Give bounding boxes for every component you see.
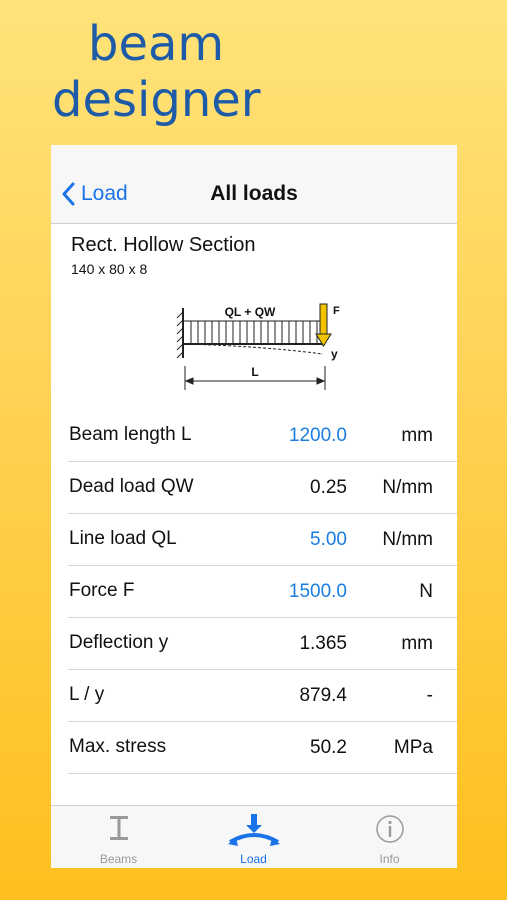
row-unit: -: [426, 685, 433, 706]
max-stress-value: 50.2: [310, 737, 347, 758]
tab-bar: Beams Load Info: [51, 805, 457, 868]
tab-label: Load: [240, 852, 267, 866]
load-icon: [227, 814, 280, 846]
row-label: Beam length L: [69, 424, 192, 445]
deflection-value: 1.365: [299, 633, 347, 654]
tab-info[interactable]: Info: [322, 806, 457, 868]
row-unit: mm: [401, 425, 433, 446]
row-length-ratio: L / y 879.4 -: [68, 670, 457, 722]
force-input[interactable]: 1500.0: [289, 581, 347, 603]
row-unit: N/mm: [382, 477, 433, 498]
row-force[interactable]: Force F 1500.0 N: [68, 566, 457, 618]
row-label: Max. stress: [69, 736, 167, 757]
row-label: Dead load QW: [69, 476, 194, 497]
promo-title-line-2: designer: [52, 72, 261, 128]
length-label: L: [251, 365, 258, 379]
info-icon: [375, 815, 404, 843]
app-screen: Load All loads Rect. Hollow Section 140 …: [51, 145, 457, 868]
navigation-bar: Load All loads: [51, 145, 457, 224]
line-load-input[interactable]: 5.00: [310, 529, 347, 551]
force-arrow: [315, 303, 332, 347]
section-dimensions: 140 x 80 x 8: [71, 261, 148, 277]
force-label: F: [333, 305, 340, 317]
page-title: All loads: [210, 182, 298, 205]
deflection-label: y: [331, 347, 338, 361]
tab-label: Info: [379, 852, 400, 866]
row-unit: mm: [401, 633, 433, 654]
tab-label: Beams: [99, 852, 138, 866]
row-line-load[interactable]: Line load QL 5.00 N/mm: [68, 514, 457, 566]
section-name: Rect. Hollow Section: [71, 234, 256, 256]
row-unit: N: [419, 581, 433, 602]
results-table: Beam length L 1200.0 mm Dead load QW 0.2…: [51, 410, 457, 774]
beam-length-input[interactable]: 1200.0: [289, 425, 347, 447]
row-label: Deflection y: [69, 632, 169, 653]
row-label: L / y: [69, 684, 105, 705]
load-label: QL + QW: [225, 305, 276, 319]
row-unit: MPa: [393, 737, 433, 758]
deflection-curve: [182, 343, 324, 355]
distributed-load: [183, 320, 323, 345]
promo-title: beam designer: [52, 16, 261, 128]
row-unit: N/mm: [382, 529, 433, 550]
tab-beams[interactable]: Beams: [51, 806, 186, 868]
length-ratio-value: 879.4: [299, 685, 347, 706]
row-max-stress: Max. stress 50.2 MPa: [68, 722, 457, 774]
row-dead-load: Dead load QW 0.25 N/mm: [68, 462, 457, 514]
i-beam-icon: [109, 816, 128, 840]
row-label: Force F: [69, 580, 135, 601]
row-beam-length[interactable]: Beam length L 1200.0 mm: [68, 410, 457, 462]
tab-load[interactable]: Load: [186, 806, 321, 868]
promo-title-line-1: beam: [88, 16, 225, 72]
row-label: Line load QL: [69, 528, 177, 549]
dead-load-value: 0.25: [310, 477, 347, 498]
beam-diagram: QL + QW F y L: [176, 303, 340, 390]
row-deflection: Deflection y 1.365 mm: [68, 618, 457, 670]
